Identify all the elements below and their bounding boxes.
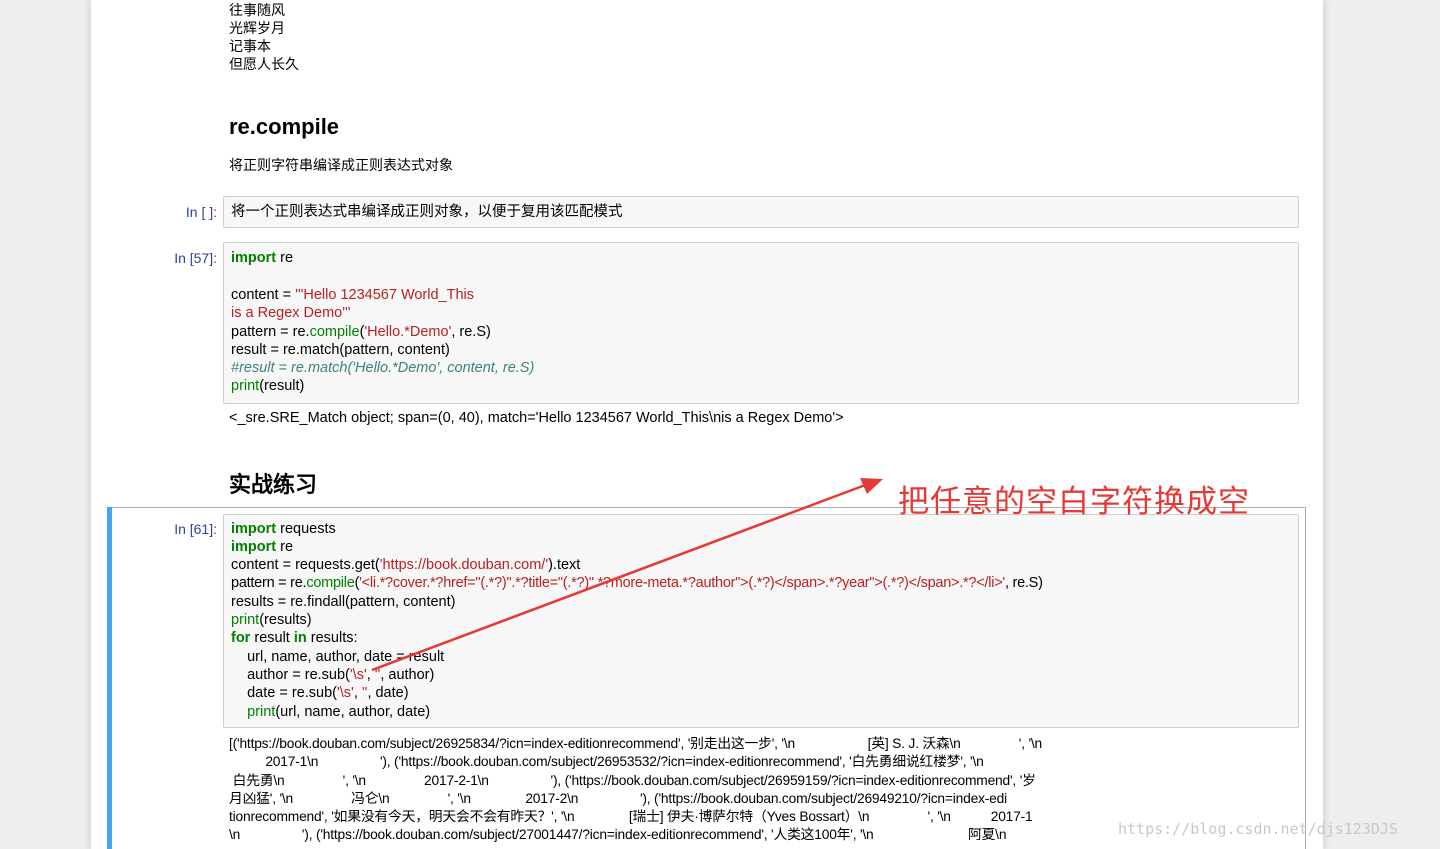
annotation-arrow [371, 478, 883, 672]
watermark: https://blog.csdn.net/djs123DJS [1118, 820, 1398, 838]
annotation-text: 把任意的空白字符换成空 [898, 484, 1250, 520]
